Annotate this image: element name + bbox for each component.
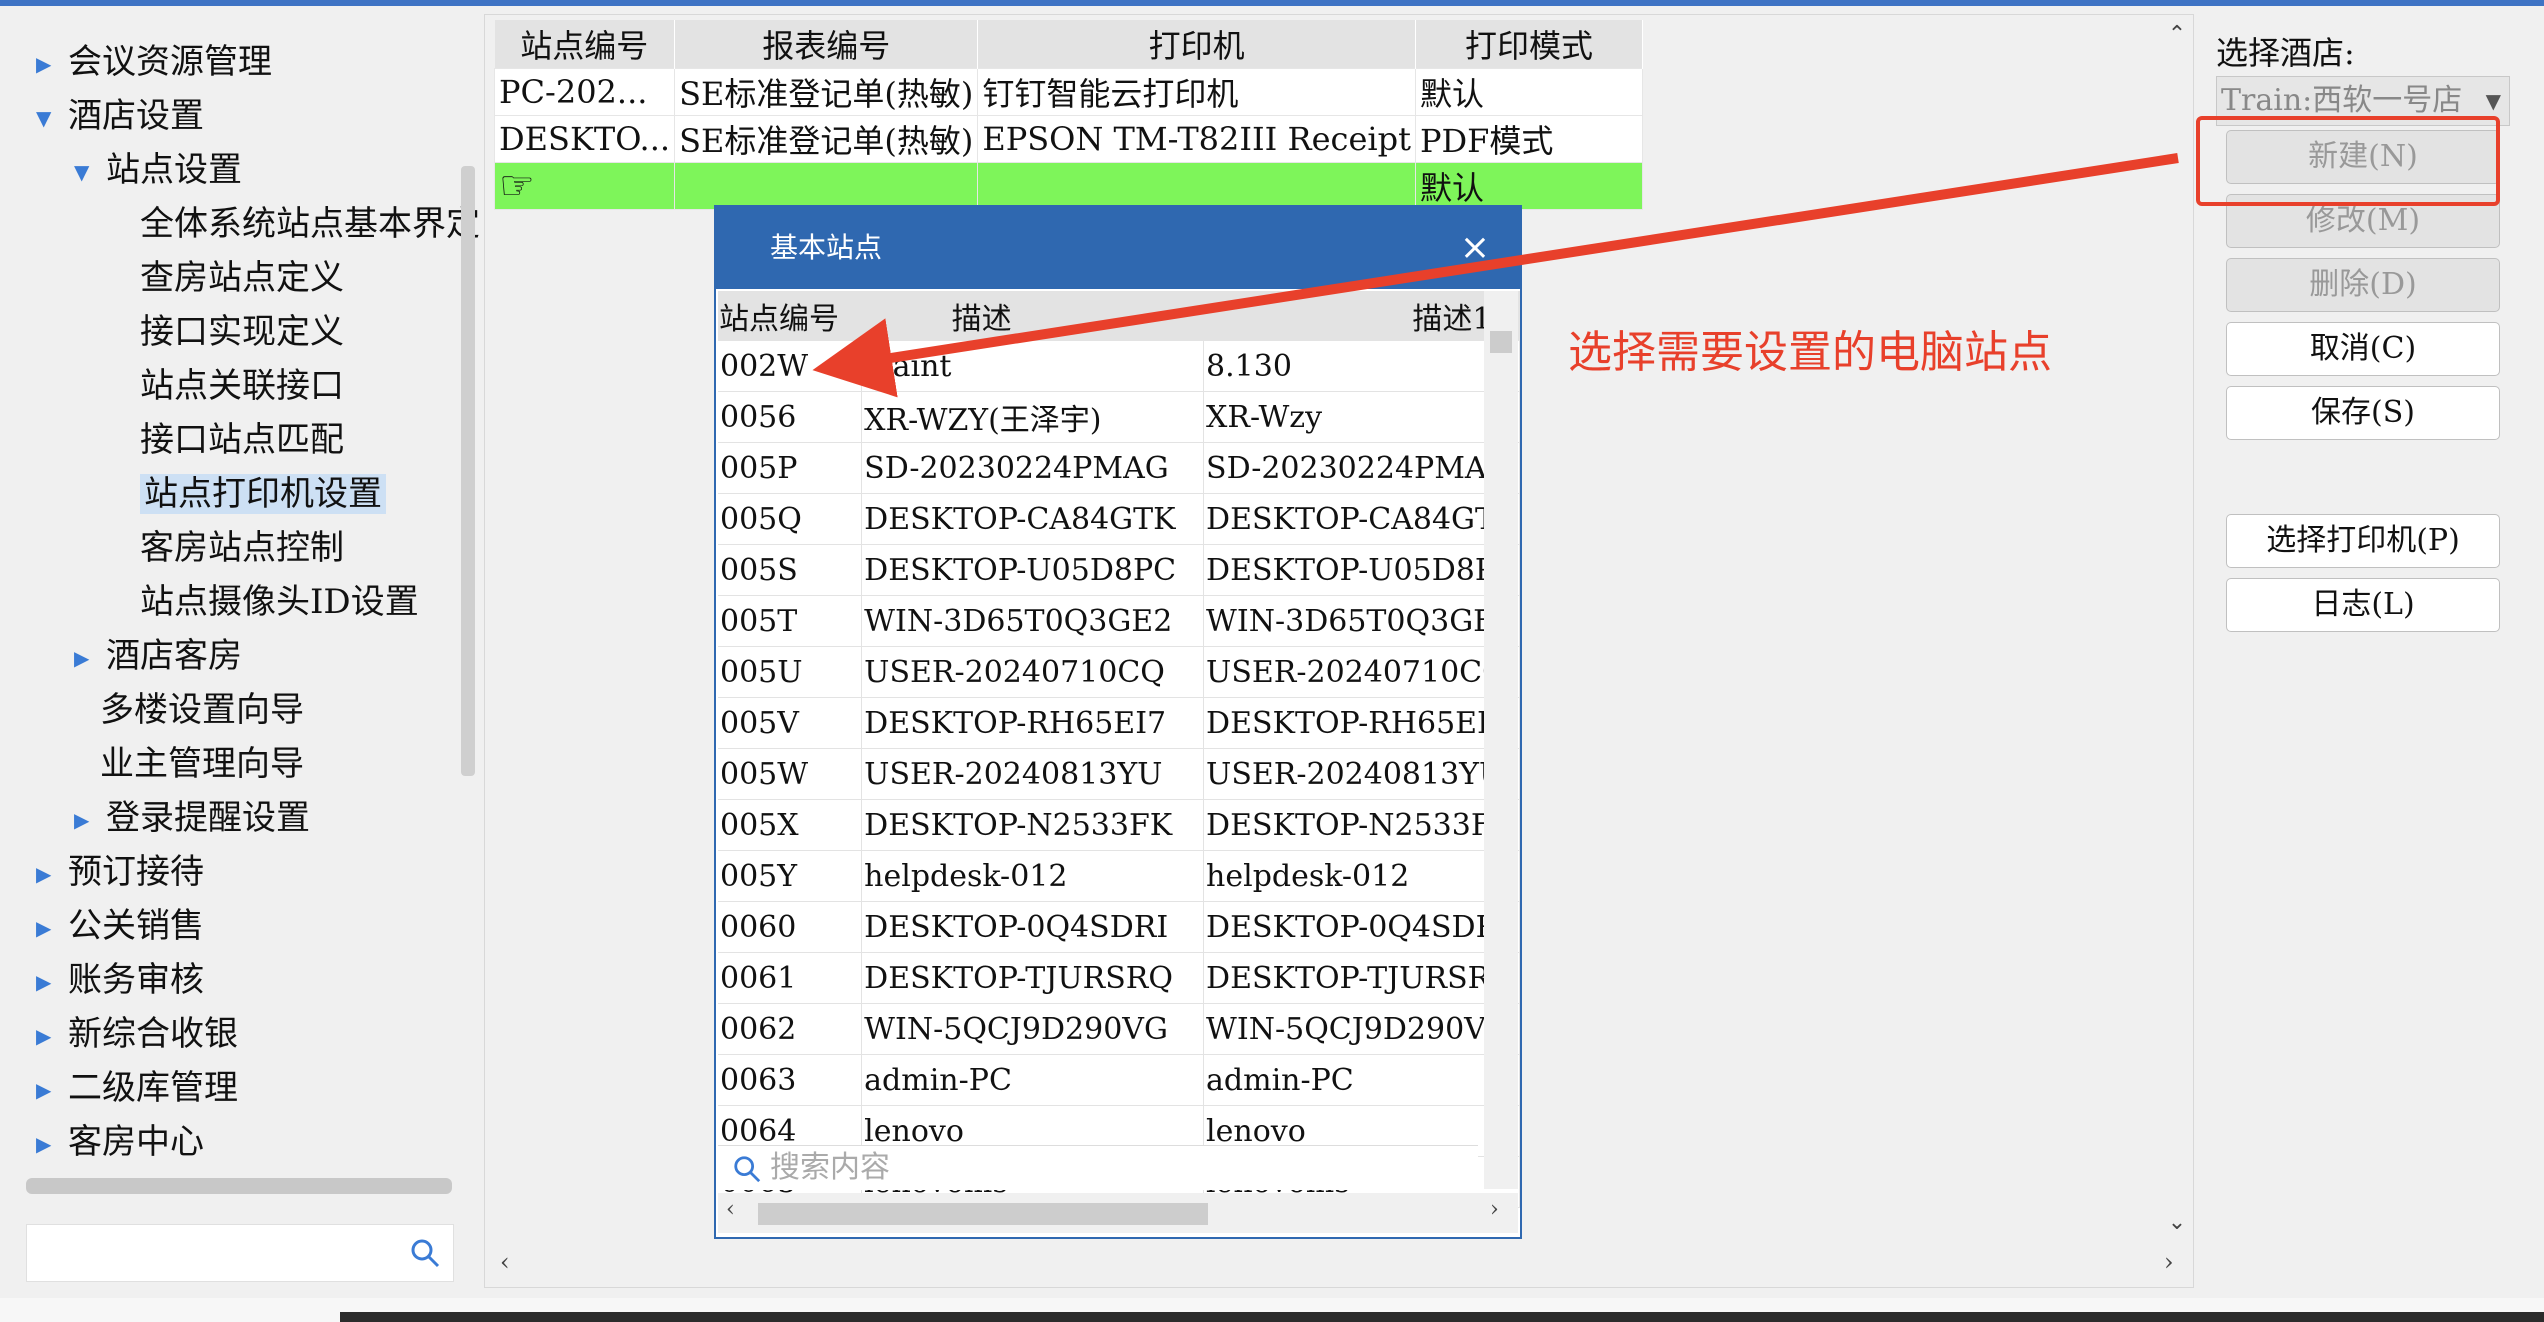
annotation-text: 选择需要设置的电脑站点 bbox=[1568, 327, 2052, 378]
taskbar-bar bbox=[340, 1312, 2544, 1322]
taskbar-strip bbox=[0, 1298, 2544, 1322]
annotation-arrow bbox=[812, 153, 2179, 398]
